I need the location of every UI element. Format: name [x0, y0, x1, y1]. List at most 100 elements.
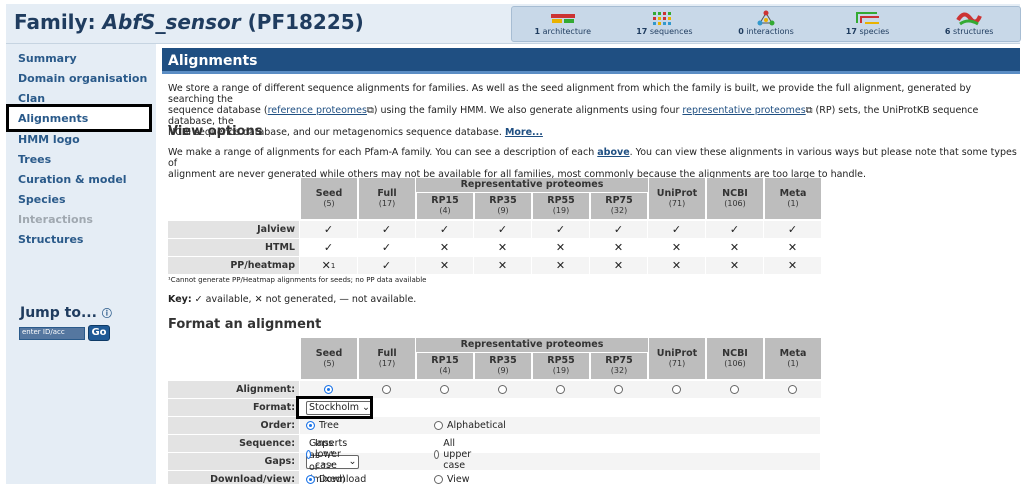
- page-title: Family: AbfS_sensor (PF18225): [14, 10, 364, 34]
- check-icon: ✓: [590, 221, 647, 238]
- stat-sequences[interactable]: 17 sequences: [614, 7, 716, 41]
- sequence-option[interactable]: Inserts lower case: [306, 438, 351, 471]
- col-header: RP55 (19): [533, 353, 589, 379]
- section-title: Alignments: [162, 48, 1020, 74]
- cross-icon: ✕: [474, 257, 531, 274]
- col-header: RP15 (4): [417, 193, 473, 219]
- cross-icon: ✕: [706, 257, 763, 274]
- radio-icon: [434, 475, 443, 484]
- cross-icon: ✕: [416, 257, 473, 274]
- radio-icon: [730, 385, 739, 394]
- cross-icon: ✕: [474, 239, 531, 256]
- external-link-icon: ⧉: [805, 105, 813, 116]
- sidebar-item-alignments[interactable]: Alignments: [6, 104, 152, 132]
- radio-icon: [306, 475, 315, 484]
- jump-to-heading: Jump to... ⓘ: [20, 305, 112, 321]
- format-row-label: Order:: [168, 417, 299, 434]
- col-header: Meta (1): [765, 178, 821, 219]
- col-name: Meta: [779, 347, 807, 359]
- stat-interactions[interactable]: 0 interactions: [715, 7, 817, 41]
- main-content: Alignments We store a range of different…: [162, 44, 1020, 484]
- col-count: (19): [552, 366, 570, 375]
- col-header: Full (17): [359, 178, 415, 219]
- alignment-radio[interactable]: [474, 381, 531, 398]
- sidebar-item-trees[interactable]: Trees: [18, 153, 51, 166]
- alignment-radio[interactable]: [416, 381, 473, 398]
- col-name: Full: [377, 187, 397, 199]
- cross-icon: ✕: [764, 239, 821, 256]
- col-name: RP15: [431, 195, 459, 206]
- sequence-option[interactable]: All upper case: [434, 438, 475, 471]
- view-options-text: We make a range of alignments for each P…: [168, 147, 1017, 180]
- alignment-radio[interactable]: [648, 381, 705, 398]
- stat-species[interactable]: 17 species: [817, 7, 919, 41]
- check-icon: ✓: [300, 221, 357, 238]
- sidebar-item-domain-organisation[interactable]: Domain organisation: [18, 72, 147, 85]
- format-row: [300, 399, 820, 416]
- go-button[interactable]: Go: [88, 325, 110, 341]
- cross-icon: ✕ 1: [300, 257, 357, 274]
- col-name: Meta: [779, 187, 807, 199]
- radio-icon: [614, 385, 623, 394]
- sidebar-item-summary[interactable]: Summary: [18, 52, 77, 65]
- cross-icon: ✕: [532, 239, 589, 256]
- pfam-family-page: Family: AbfS_sensor (PF18225) 1 architec…: [0, 0, 1024, 484]
- option-label: Download: [319, 474, 367, 484]
- col-count: (5): [323, 358, 335, 368]
- col-name: UniProt: [656, 347, 698, 359]
- help-icon[interactable]: ⓘ: [102, 309, 112, 320]
- option-label: All upper case: [443, 438, 472, 471]
- cross-icon: ✕: [416, 239, 473, 256]
- col-count: (106): [724, 358, 746, 368]
- sidebar-item-structures[interactable]: Structures: [18, 233, 83, 246]
- sidebar-item-hmm-logo[interactable]: HMM logo: [18, 133, 80, 146]
- check-icon: ✓: [532, 221, 589, 238]
- cross-icon: ✕: [648, 239, 705, 256]
- order-option[interactable]: Alphabetical: [434, 420, 506, 431]
- check-icon: ✓: [358, 257, 415, 274]
- alignment-radio[interactable]: [764, 381, 821, 398]
- radio-icon: [434, 450, 440, 459]
- col-header: RP75 (32): [591, 353, 647, 379]
- col-name: Full: [377, 347, 397, 359]
- alignment-radio[interactable]: [590, 381, 647, 398]
- radio-icon: [672, 385, 681, 394]
- more-link[interactable]: More...: [505, 127, 543, 138]
- format-row: [300, 435, 820, 452]
- jump-to-input[interactable]: enter ID/acc: [19, 327, 85, 340]
- above-link[interactable]: above: [597, 147, 629, 158]
- check-icon: ✓: [474, 221, 531, 238]
- stat-structures[interactable]: 6 structures: [918, 7, 1020, 41]
- order-option[interactable]: Tree: [306, 420, 339, 431]
- col-name: RP35: [489, 355, 517, 366]
- reference-proteomes-link[interactable]: reference proteomes: [268, 105, 367, 116]
- col-name: RP55: [547, 195, 575, 206]
- col-name: NCBI: [722, 187, 748, 199]
- col-name: RP15: [431, 355, 459, 366]
- col-count: (106): [724, 198, 746, 208]
- representative-proteomes-link[interactable]: representative proteomes: [682, 105, 805, 116]
- sidebar-item-species[interactable]: Species: [18, 193, 66, 206]
- view-row-label: Jalview: [168, 221, 299, 238]
- col-count: (9): [497, 366, 509, 375]
- cross-icon: ✕: [648, 257, 705, 274]
- radio-icon: [306, 421, 315, 430]
- format-alignment-heading: Format an alignment: [168, 317, 322, 332]
- sidebar-item-curation-model[interactable]: Curation & model: [18, 173, 127, 186]
- radio-icon: [498, 385, 507, 394]
- radio-icon: [382, 385, 391, 394]
- footnote: ¹Cannot generate PP/Heatmap alignments f…: [168, 276, 427, 284]
- col-header: UniProt (71): [649, 338, 705, 379]
- alignment-radio[interactable]: [532, 381, 589, 398]
- format-row: [300, 453, 820, 470]
- download-option[interactable]: Download: [306, 474, 366, 484]
- col-count: (32): [610, 206, 628, 215]
- alignment-radio[interactable]: [706, 381, 763, 398]
- col-count: (9): [497, 206, 509, 215]
- check-icon: ✓: [416, 221, 473, 238]
- radio-icon: [556, 385, 565, 394]
- download-option[interactable]: View: [434, 474, 470, 484]
- stat-architecture[interactable]: 1 architecture: [512, 7, 614, 41]
- structures-icon: [918, 9, 1020, 27]
- check-icon: ✓: [358, 221, 415, 238]
